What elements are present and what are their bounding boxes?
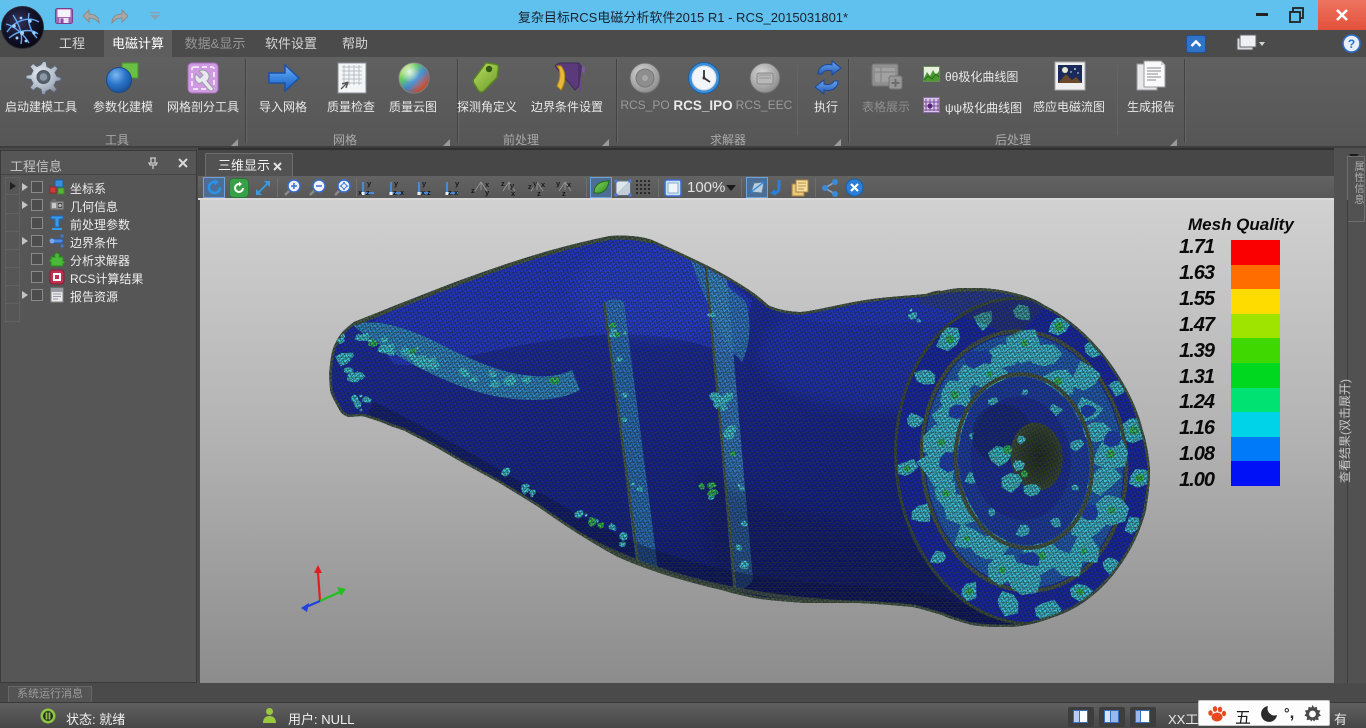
svg-text:z: z [562, 189, 566, 197]
svg-text:x: x [541, 180, 546, 189]
svg-text:y: y [485, 188, 490, 197]
svg-text:z: z [501, 179, 505, 188]
svg-text:y: y [394, 179, 399, 188]
svg-text:z: z [427, 188, 431, 197]
svg-text:x: x [511, 189, 516, 197]
svg-text:z: z [471, 186, 475, 195]
svg-text:x: x [567, 180, 572, 189]
svg-text:z: z [537, 189, 541, 197]
svg-text:y: y [455, 179, 460, 188]
svg-text:y: y [367, 179, 372, 188]
svg-text:z: z [393, 188, 397, 197]
svg-text:y: y [556, 179, 561, 188]
svg-text:?: ? [1348, 37, 1355, 51]
svg-text:z: z [366, 188, 370, 197]
svg-text:z: z [528, 182, 532, 191]
svg-text:x: x [400, 188, 405, 197]
svg-text:x: x [454, 188, 459, 197]
svg-text:y: y [422, 179, 427, 188]
svg-text:z: z [448, 188, 452, 197]
